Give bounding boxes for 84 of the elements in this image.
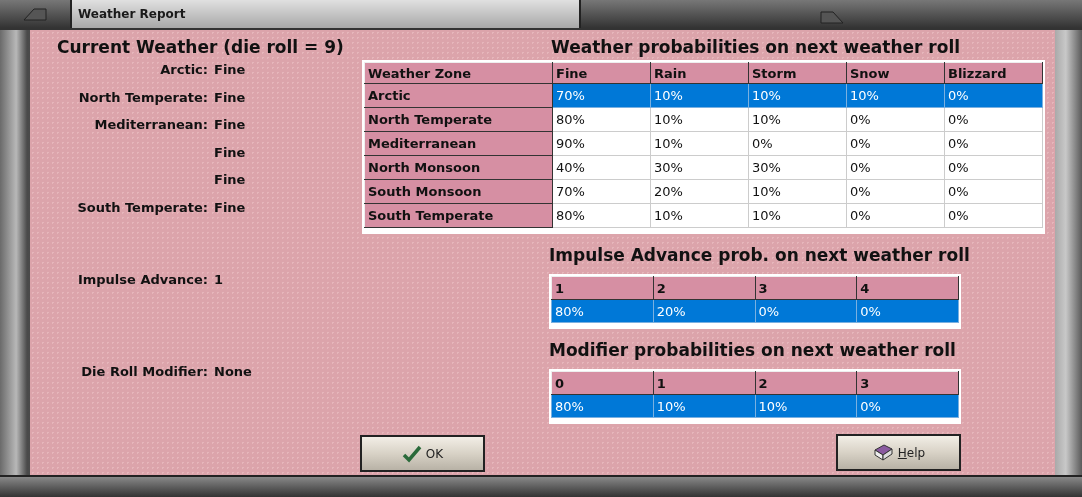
table-cell: 10%: [650, 203, 749, 228]
table-cell: 0%: [944, 155, 1043, 180]
die-roll-modifier-label: Die Roll Modifier:: [81, 364, 208, 379]
table-cell: 0%: [944, 107, 1043, 132]
column-header: Rain: [650, 62, 749, 84]
table-row[interactable]: 80% 10% 10% 0%: [551, 394, 959, 418]
table-row[interactable]: North Monsoon 40% 30% 30% 0% 0%: [364, 155, 1043, 180]
column-header: 2: [653, 276, 755, 300]
zone-weather: Fine: [214, 143, 247, 162]
ok-button[interactable]: OK: [360, 435, 485, 472]
table-cell: 10%: [846, 83, 945, 108]
row-header: Mediterranean: [364, 131, 553, 156]
table-row[interactable]: Mediterranean 90% 10% 0% 0% 0%: [364, 131, 1043, 156]
table-heading: Modifier probabilities on next weather roll: [549, 339, 957, 361]
table-heading: Impulse Advance prob. on next weather roll: [549, 244, 971, 266]
column-header: Blizzard: [944, 62, 1043, 84]
table-row[interactable]: North Temperate 80% 10% 10% 0% 0%: [364, 107, 1043, 132]
table-cell: 0%: [944, 203, 1043, 228]
table-cell: 30%: [748, 155, 847, 180]
zone-weather: Fine: [214, 88, 247, 107]
column-header: 0: [551, 371, 654, 395]
table-cell: 0%: [944, 131, 1043, 156]
column-header: 1: [551, 276, 654, 300]
table-cell: 20%: [650, 179, 749, 204]
column-header: Storm: [748, 62, 847, 84]
table-cell: 0%: [846, 131, 945, 156]
help-button[interactable]: Help: [836, 434, 961, 471]
column-header: 2: [755, 371, 857, 395]
table-row[interactable]: 80% 20% 0% 0%: [551, 299, 959, 323]
zone-weather: Fine: [214, 171, 247, 189]
table-cell: 30%: [650, 155, 749, 180]
table-cell: 10%: [650, 83, 749, 108]
table-cell: 0%: [846, 107, 945, 132]
checkmark-icon: [401, 444, 422, 463]
zone-weather: Fine: [214, 116, 247, 134]
table-cell: 70%: [552, 179, 651, 204]
table-cell: 0%: [846, 155, 945, 180]
table-cell: 90%: [552, 131, 651, 156]
table-cell: 10%: [650, 107, 749, 132]
impulse-advance-label: Impulse Advance:: [77, 272, 208, 287]
row-header: South Temperate: [364, 203, 553, 228]
zone-weather: Fine: [214, 61, 247, 79]
table-cell: 0%: [846, 203, 945, 228]
table-cell: 10%: [748, 107, 847, 132]
table-cell: 70%: [552, 83, 651, 108]
table-row[interactable]: Arctic 70% 10% 10% 10% 0%: [364, 83, 1043, 108]
zone-label: South Temperate:: [77, 199, 208, 215]
row-header: North Temperate: [364, 107, 553, 132]
zone-label: North Temperate:: [78, 89, 208, 105]
table-cell: 10%: [748, 179, 847, 204]
zone-label: Arctic:: [160, 62, 208, 77]
column-header: Weather Zone: [364, 62, 553, 84]
table-cell: 10%: [748, 203, 847, 228]
table-cell: 80%: [551, 299, 654, 323]
column-header: 3: [755, 276, 857, 300]
table-cell: 10%: [650, 131, 749, 156]
column-header: Fine: [552, 62, 651, 84]
table-cell: 80%: [552, 107, 651, 132]
current-weather-heading: Current Weather (die roll = 9): [57, 36, 345, 58]
column-header: Snow: [846, 62, 945, 84]
impulse-advance-value: 1: [214, 272, 225, 287]
zone-label: Mediterranean:: [94, 117, 208, 132]
row-header: Arctic: [364, 83, 553, 108]
table-heading: Weather probabilities on next weather roll: [551, 36, 962, 58]
book-icon: [871, 443, 894, 462]
table-cell: 0%: [944, 83, 1043, 108]
table-row[interactable]: South Monsoon 70% 20% 10% 0% 0%: [364, 179, 1043, 204]
table-cell: 80%: [551, 394, 654, 418]
table-cell: 0%: [846, 179, 945, 204]
column-header: 3: [856, 371, 959, 395]
table-row[interactable]: South Temperate 80% 10% 10% 0% 0%: [364, 203, 1043, 228]
zone-weather: Fine: [214, 198, 247, 217]
table-cell: 0%: [944, 179, 1043, 204]
table-cell: 10%: [748, 83, 847, 108]
column-header: 4: [856, 276, 959, 300]
die-roll-modifier-value: None: [214, 364, 253, 379]
row-header: North Monsoon: [364, 155, 553, 180]
table-cell: 0%: [748, 131, 847, 156]
collapse-button[interactable]: [0, 0, 72, 28]
table-cell: 80%: [552, 203, 651, 228]
window-title: Weather Report: [78, 7, 187, 21]
row-header: South Monsoon: [364, 179, 553, 204]
table-cell: 40%: [552, 155, 651, 180]
column-header: 1: [653, 371, 755, 395]
